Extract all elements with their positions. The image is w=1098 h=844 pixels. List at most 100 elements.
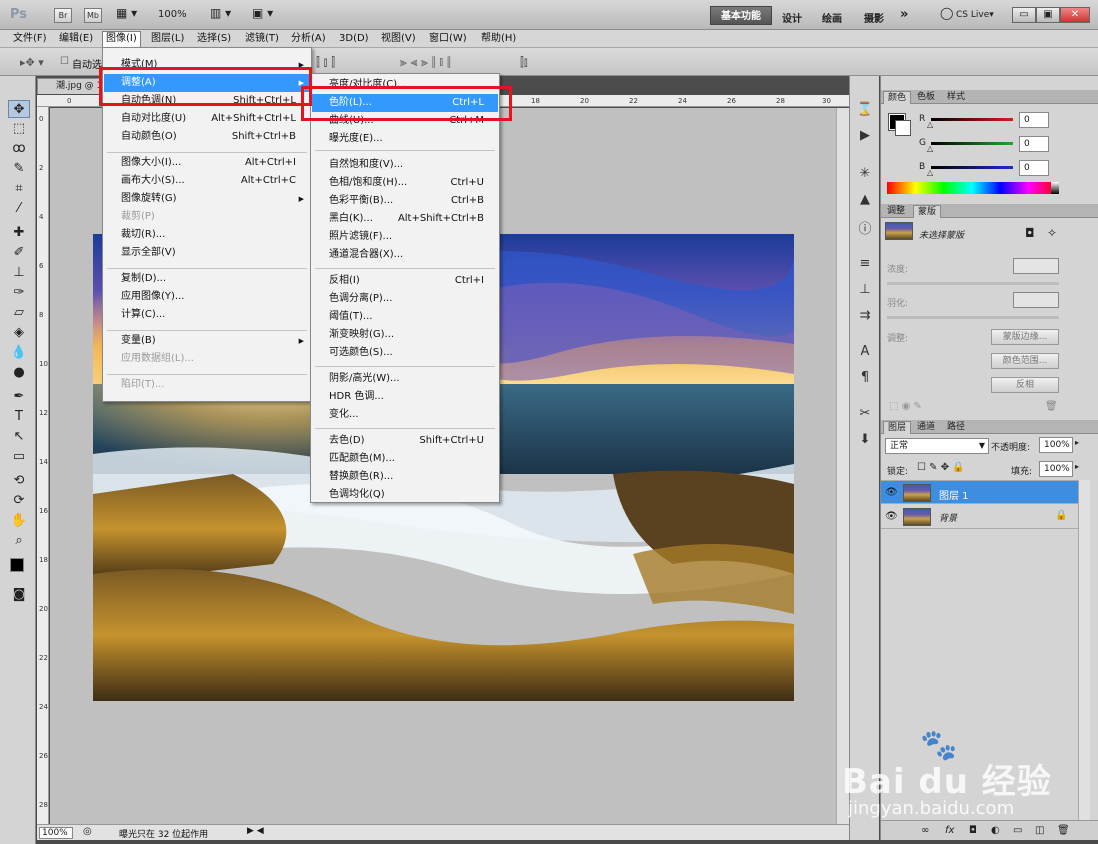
tab-color[interactable]: 颜色	[883, 91, 912, 104]
add-mask-icon[interactable]: ◘	[969, 825, 977, 836]
workspace-painting[interactable]: 绘画	[822, 10, 842, 25]
cslive-menu[interactable]: CS Live▾	[956, 10, 994, 20]
screen-mode-icon[interactable]: ▣ ▾	[252, 6, 273, 20]
history-panel-icon[interactable]: ⌛	[856, 102, 874, 117]
adjust-menu-item[interactable]: 色调均化(Q)	[312, 486, 498, 504]
new-layer-icon[interactable]: ◫	[1035, 825, 1044, 836]
menu-view[interactable]: 视图(V)	[378, 32, 419, 46]
adjust-menu-item[interactable]: 渐变映射(G)...	[312, 326, 498, 344]
mask-edge-button[interactable]: 蒙版边缘...	[991, 329, 1059, 345]
image-menu-item[interactable]: 自动对比度(U) Alt+Shift+Ctrl+L	[104, 110, 310, 128]
adjust-menu-item[interactable]: 反相(I) Ctrl+I	[312, 272, 498, 290]
vector-mask-icon[interactable]: ✧	[1047, 226, 1057, 240]
history-brush-tool-icon[interactable]: ✑	[8, 284, 30, 302]
image-menu-item[interactable]: 计算(C)...	[104, 306, 310, 324]
pen-tool-icon[interactable]: ✒	[8, 388, 30, 406]
adjust-menu-item[interactable]: 阈值(T)...	[312, 308, 498, 326]
arrange-documents-icon[interactable]: ▥ ▾	[210, 6, 231, 20]
link-layers-icon[interactable]: ∞	[921, 825, 929, 836]
image-menu-item[interactable]: 应用图像(Y)...	[104, 288, 310, 306]
image-menu-item[interactable]: 图像旋转(G) ▶	[104, 190, 310, 208]
auto-select-checkbox[interactable]: ☐	[60, 56, 69, 67]
tab-layers[interactable]: 图层	[883, 421, 912, 434]
layer-row[interactable]: 👁 背景 🔒	[881, 505, 1078, 529]
menu-image[interactable]: 图像(I)	[102, 31, 141, 48]
adjust-menu-item[interactable]: 色彩平衡(B)... Ctrl+B	[312, 192, 498, 210]
healing-brush-tool-icon[interactable]: ✚	[8, 224, 30, 242]
image-menu-item[interactable]: 自动颜色(O) Shift+Ctrl+B	[104, 128, 310, 146]
path-select-tool-icon[interactable]: ↖	[8, 428, 30, 446]
gradient-tool-icon[interactable]: ◈	[8, 324, 30, 342]
clone-source-panel-icon[interactable]: ⊥	[856, 282, 874, 297]
menu-layer[interactable]: 图层(L)	[148, 32, 187, 46]
pixel-mask-icon[interactable]: ◘	[1025, 226, 1035, 240]
tool-presets-panel-icon[interactable]: ⇉	[856, 308, 874, 323]
mask-footer-icons[interactable]: ⬚ ◉ ✎	[889, 401, 922, 412]
marquee-tool-icon[interactable]: ⬚	[8, 120, 30, 138]
opacity-arrow-icon[interactable]: ▸	[1075, 438, 1079, 447]
tab-paths[interactable]: 路径	[943, 421, 969, 434]
slider-thumb-icon[interactable]: △	[927, 144, 933, 153]
adjust-menu-item[interactable]: HDR 色调...	[312, 388, 498, 406]
visibility-eye-icon[interactable]: 👁	[885, 487, 898, 498]
zoom-tool-icon[interactable]: ⌕	[8, 532, 30, 550]
tab-channels[interactable]: 通道	[913, 421, 939, 434]
image-menu-item[interactable]: 裁切(R)...	[104, 226, 310, 244]
feather-field[interactable]	[1013, 292, 1059, 308]
adjust-menu-item[interactable]: 替换颜色(R)...	[312, 468, 498, 486]
layers-scrollbar[interactable]	[1078, 480, 1090, 820]
notes-panel-icon[interactable]: ⬇	[856, 432, 874, 447]
slider-thumb-icon[interactable]: △	[927, 120, 933, 129]
color-background-swatch[interactable]	[895, 120, 911, 136]
type-tool-icon[interactable]: T	[8, 408, 30, 426]
opacity-field[interactable]: 100%	[1039, 437, 1073, 453]
lock-icons[interactable]: ☐ ✎ ✥ 🔒	[917, 462, 965, 473]
adjust-menu-item[interactable]: 阴影/高光(W)...	[312, 370, 498, 388]
hand-tool-icon[interactable]: ✋	[8, 512, 30, 530]
color-spectrum[interactable]	[887, 182, 1057, 194]
tab-adjustments[interactable]: 调整	[883, 205, 909, 218]
adjust-menu-item[interactable]: 匹配颜色(M)...	[312, 450, 498, 468]
channel-slider[interactable]	[931, 142, 1013, 145]
tab-swatches[interactable]: 色板	[913, 91, 939, 104]
view-extras-icon[interactable]: ▦ ▾	[116, 6, 137, 20]
character-panel-icon[interactable]: A	[856, 344, 874, 359]
info-panel-icon[interactable]: ⓘ	[856, 218, 874, 237]
image-menu-item[interactable]: 复制(D)...	[104, 270, 310, 288]
foreground-color-swatch[interactable]	[10, 558, 24, 572]
menu-help[interactable]: 帮助(H)	[478, 32, 519, 46]
status-zoom-field[interactable]: 100%	[39, 827, 73, 839]
adjustment-layer-icon[interactable]: ◐	[991, 825, 1000, 836]
image-menu-item[interactable]: 图像大小(I)... Alt+Ctrl+I	[104, 154, 310, 172]
more-workspaces-icon[interactable]: »	[900, 7, 908, 22]
adjust-menu-item[interactable]: 色调分离(P)...	[312, 290, 498, 308]
adjust-menu-item[interactable]: 色相/饱和度(H)... Ctrl+U	[312, 174, 498, 192]
invert-button[interactable]: 反相	[991, 377, 1059, 393]
minimize-button[interactable]: ▭	[1012, 7, 1036, 23]
dodge-tool-icon[interactable]: ●	[8, 364, 30, 382]
layer-name[interactable]: 图层 1	[939, 487, 969, 502]
lasso-tool-icon[interactable]: ꝏ	[8, 140, 30, 158]
adjust-menu-item[interactable]: 照片滤镜(F)...	[312, 228, 498, 246]
brush-presets-panel-icon[interactable]: ≡	[856, 256, 874, 271]
image-menu-item[interactable]: 画布大小(S)... Alt+Ctrl+C	[104, 172, 310, 190]
zoom-level[interactable]: 100%	[158, 9, 187, 20]
mask-delete-icon[interactable]: 🗑	[1045, 401, 1058, 412]
adjust-menu-item[interactable]: 通道混合器(X)...	[312, 246, 498, 264]
feather-slider[interactable]	[887, 316, 1059, 319]
quick-mask-icon[interactable]: ◙	[8, 586, 30, 604]
adjust-menu-item[interactable]: 黑白(K)... Alt+Shift+Ctrl+B	[312, 210, 498, 228]
distribute-icons[interactable]: ⫸ ⫷ ⫸ ⫿ ⫾ ⫿	[400, 55, 451, 70]
quick-select-tool-icon[interactable]: ✎	[8, 160, 30, 178]
blend-mode-select[interactable]: 正常 ▼	[885, 438, 989, 454]
mini-bridge-button[interactable]: Mb	[84, 8, 102, 23]
bridge-button[interactable]: Br	[54, 8, 72, 23]
layer-name[interactable]: 背景	[939, 511, 957, 524]
restore-button[interactable]: ▣	[1036, 7, 1060, 23]
slider-thumb-icon[interactable]: △	[927, 168, 933, 177]
blur-tool-icon[interactable]: 💧	[8, 344, 30, 362]
3d-rotate-tool-icon[interactable]: ⟲	[8, 472, 30, 490]
channel-slider[interactable]	[931, 118, 1013, 121]
clone-stamp-tool-icon[interactable]: ⊥	[8, 264, 30, 282]
histogram-panel-icon[interactable]: ▲	[856, 192, 874, 207]
